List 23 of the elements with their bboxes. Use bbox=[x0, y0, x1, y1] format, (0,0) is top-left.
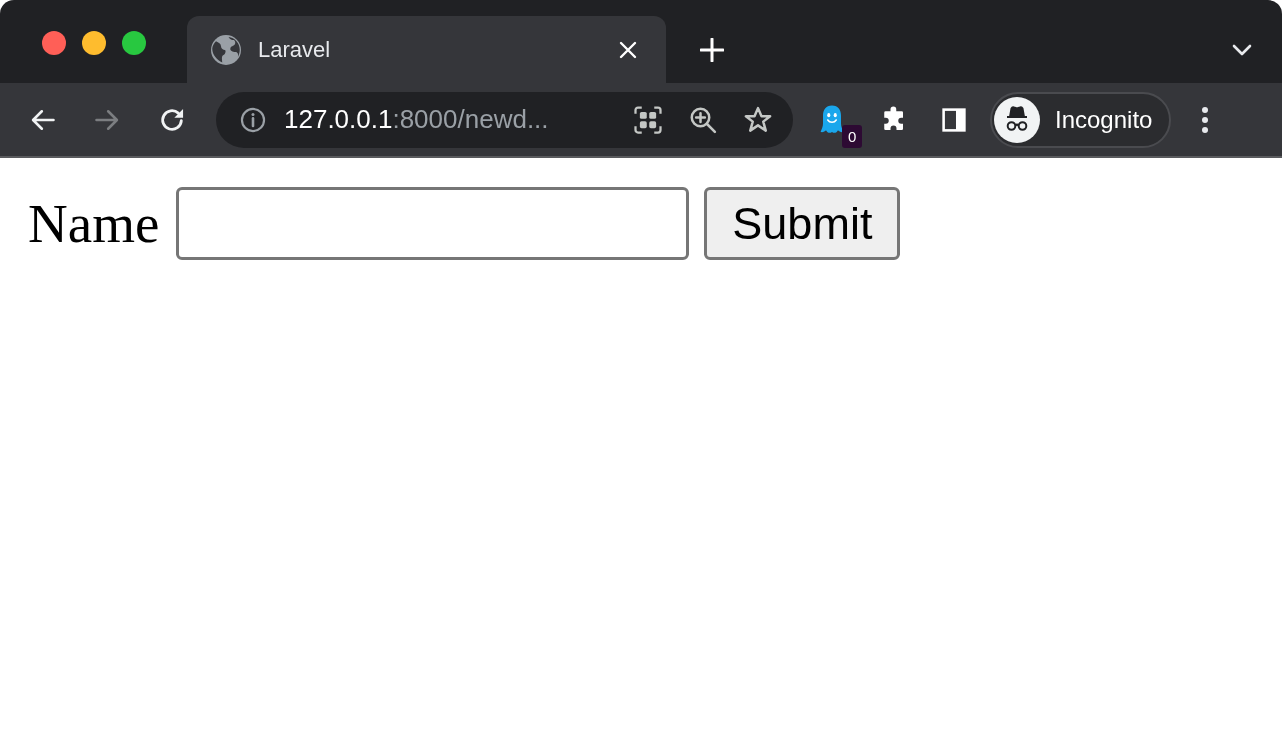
close-icon bbox=[618, 39, 638, 60]
input-field[interactable] bbox=[176, 187, 690, 260]
ghost-icon bbox=[820, 104, 844, 135]
incognito-icon bbox=[994, 96, 1040, 143]
extension-count: 0 bbox=[842, 124, 863, 148]
address-bar[interactable]: 127.0.0.1:8000/newd... bbox=[216, 91, 793, 148]
window-minimize-button[interactable] bbox=[82, 31, 106, 55]
globe-icon bbox=[211, 34, 241, 65]
window-close-button[interactable] bbox=[42, 31, 66, 55]
info-icon bbox=[240, 106, 266, 133]
grid-icon bbox=[633, 104, 663, 135]
browser-tab[interactable]: Laravel bbox=[187, 16, 666, 83]
star-icon bbox=[743, 104, 773, 135]
field-label: Name bbox=[28, 196, 160, 251]
submit-button[interactable]: Submit bbox=[704, 187, 901, 260]
more-menu-icon bbox=[1201, 105, 1210, 134]
bookmark-button[interactable] bbox=[743, 104, 773, 135]
side-panel-icon bbox=[940, 105, 968, 134]
window-zoom-button[interactable] bbox=[122, 31, 146, 55]
chevron-down-icon bbox=[1232, 43, 1252, 56]
install-app-button[interactable] bbox=[633, 104, 663, 135]
plus-icon bbox=[700, 37, 724, 62]
profile-button[interactable]: Incognito bbox=[990, 91, 1172, 148]
